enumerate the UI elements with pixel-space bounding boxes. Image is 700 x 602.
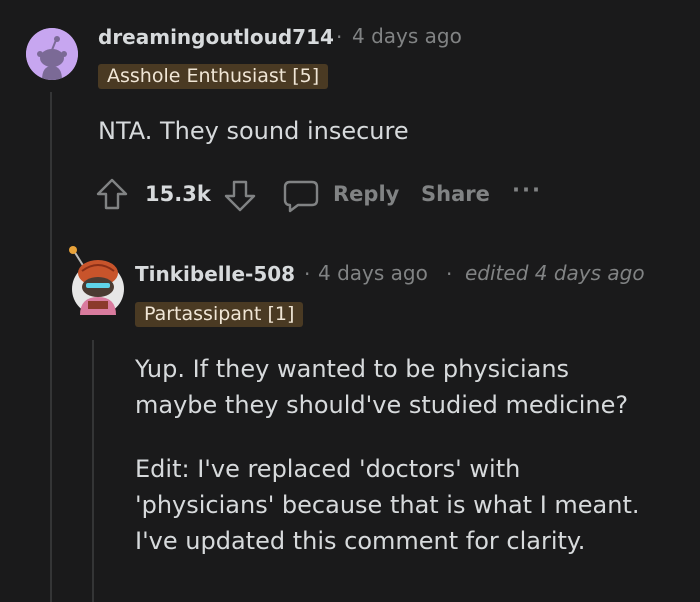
timestamp[interactable]: 4 days ago xyxy=(318,261,428,285)
edited-timestamp: edited 4 days ago xyxy=(465,261,645,285)
downvote-icon[interactable] xyxy=(222,178,258,214)
thread-line-1[interactable] xyxy=(50,92,52,602)
separator: · xyxy=(446,262,453,286)
timestamp[interactable]: 4 days ago xyxy=(352,24,462,48)
separator: · xyxy=(304,262,311,286)
reply-button[interactable]: Reply xyxy=(333,182,399,206)
thread-line-2[interactable] xyxy=(92,340,94,602)
user-flair: Partassipant [1] xyxy=(135,302,304,327)
character-avatar-icon xyxy=(69,246,124,315)
comment-body: NTA. They sound insecure xyxy=(98,117,409,145)
username[interactable]: dreamingoutloud714 xyxy=(98,25,334,49)
body-line: Edit: I've replaced 'doctors' with xyxy=(135,455,521,483)
avatar[interactable] xyxy=(26,28,78,80)
separator: · xyxy=(336,25,343,49)
comment-body: Yup. If they wanted to be physicians may… xyxy=(135,351,695,559)
comment-bubble-icon[interactable] xyxy=(282,178,320,214)
avatar[interactable] xyxy=(64,245,128,317)
vote-count: 15.3k xyxy=(145,182,211,206)
body-line: 'physicians' because that is what I mean… xyxy=(135,491,640,519)
body-line: I've updated this comment for clarity. xyxy=(135,527,586,555)
body-line: maybe they should've studied medicine? xyxy=(135,391,629,419)
username[interactable]: Tinkibelle-508 xyxy=(135,262,295,286)
more-options-icon[interactable]: ··· xyxy=(512,178,542,202)
user-flair: Asshole Enthusiast [5] xyxy=(98,64,329,89)
body-line: Yup. If they wanted to be physicians xyxy=(135,355,570,383)
snoo-avatar-icon xyxy=(26,28,78,80)
share-button[interactable]: Share xyxy=(421,182,490,206)
upvote-icon[interactable] xyxy=(94,176,130,212)
